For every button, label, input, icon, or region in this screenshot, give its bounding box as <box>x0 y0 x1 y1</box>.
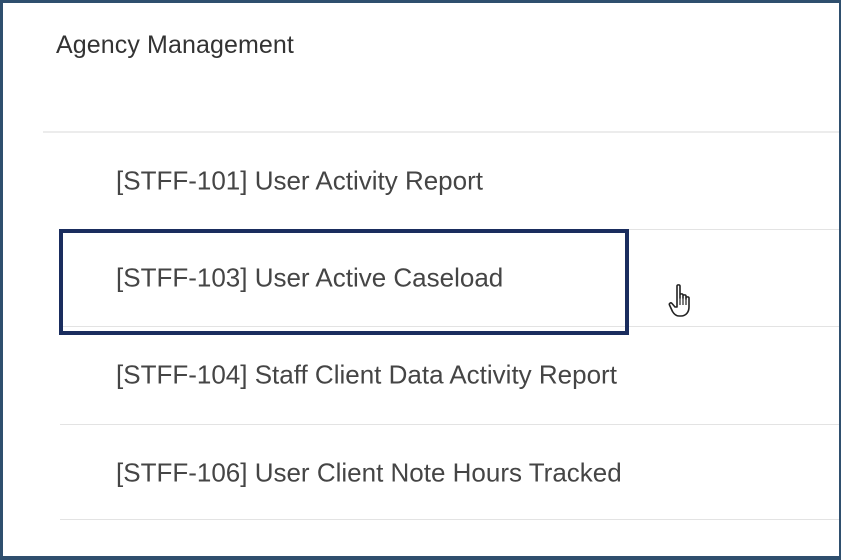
row-divider <box>60 519 839 520</box>
section-title: Agency Management <box>56 31 294 59</box>
report-link-stff-101[interactable]: [STFF-101] User Activity Report <box>60 133 839 228</box>
report-link-stff-103[interactable]: [STFF-103] User Active Caseload <box>60 230 839 325</box>
window-frame: Agency Management [STFF-101] User Activi… <box>3 3 839 556</box>
report-link-stff-104[interactable]: [STFF-104] Staff Client Data Activity Re… <box>60 327 839 422</box>
hand-pointer-icon <box>668 284 690 317</box>
report-label[interactable]: [STFF-101] User Activity Report <box>116 165 483 196</box>
report-label[interactable]: [STFF-104] Staff Client Data Activity Re… <box>116 359 617 390</box>
report-label[interactable]: [STFF-103] User Active Caseload <box>116 262 503 293</box>
report-link-stff-106[interactable]: [STFF-106] User Client Note Hours Tracke… <box>60 425 839 520</box>
report-label[interactable]: [STFF-106] User Client Note Hours Tracke… <box>116 457 622 488</box>
